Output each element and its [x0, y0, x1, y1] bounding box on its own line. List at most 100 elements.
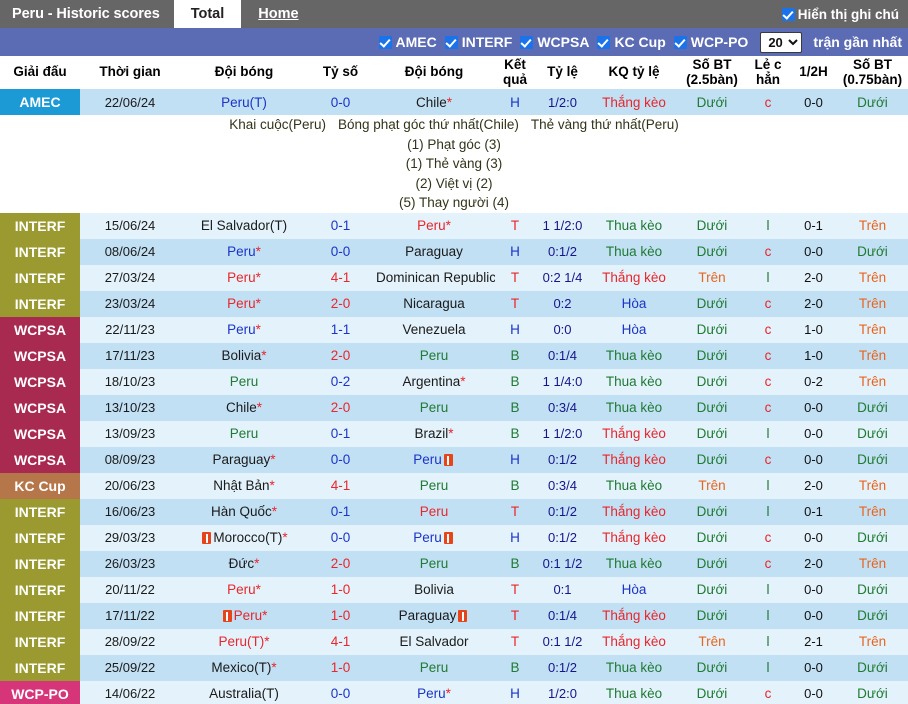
- table-row[interactable]: WCPSA 08/09/23 Paraguay* 0-0 Peru H 0:1/2 Thắng…: [0, 446, 908, 473]
- table-row[interactable]: WCP-PO 14/06/22 Australia(T) 0-0 Peru* H 1/2:0…: [0, 680, 908, 704]
- home-team-cell[interactable]: Peru*: [180, 238, 308, 265]
- away-team-cell[interactable]: Argentina*: [373, 368, 495, 395]
- away-team-cell[interactable]: Peru*: [373, 680, 495, 704]
- away-team-cell[interactable]: Bolivia: [373, 576, 495, 603]
- league-badge[interactable]: WCPSA: [0, 394, 80, 421]
- league-filter-amec[interactable]: AMEC: [378, 34, 437, 50]
- table-row[interactable]: INTERF 26/03/23 Đức* 2-0 Peru B 0:1 1/2 Thua kè…: [0, 550, 908, 577]
- home-team-cell[interactable]: El Salvador(T): [180, 212, 308, 239]
- checkbox-icon[interactable]: [597, 35, 611, 49]
- league-badge[interactable]: INTERF: [0, 550, 80, 577]
- away-team-cell[interactable]: Venezuela: [373, 316, 495, 343]
- league-badge[interactable]: AMEC: [0, 89, 80, 115]
- away-team-cell[interactable]: Peru: [373, 394, 495, 421]
- away-team-cell[interactable]: Peru: [373, 550, 495, 577]
- league-badge[interactable]: INTERF: [0, 654, 80, 681]
- table-row[interactable]: INTERF 28/09/22 Peru(T)* 4-1 El Salvador T 0:1…: [0, 628, 908, 655]
- away-team-cell[interactable]: Brazil*: [373, 420, 495, 447]
- league-badge[interactable]: INTERF: [0, 290, 80, 317]
- away-team-cell[interactable]: Peru: [373, 498, 495, 525]
- home-team-cell[interactable]: Hàn Quốc*: [180, 498, 308, 525]
- league-badge[interactable]: WCPSA: [0, 368, 80, 395]
- checkbox-icon[interactable]: [781, 7, 795, 21]
- table-row[interactable]: WCPSA 18/10/23 Peru 0-2 Argentina* B 1 1/4:0 Th…: [0, 368, 908, 395]
- home-team-cell[interactable]: Peru*: [180, 602, 308, 629]
- table-row[interactable]: WCPSA 22/11/23 Peru* 1-1 Venezuela H 0:0 Hòa Dướ…: [0, 316, 908, 343]
- col-half-time[interactable]: 1/2H: [790, 56, 837, 89]
- league-badge[interactable]: WCPSA: [0, 446, 80, 473]
- league-filter-wcp-po[interactable]: WCP-PO: [673, 34, 748, 50]
- col-odds[interactable]: Tỷ lệ: [535, 56, 590, 89]
- home-team-cell[interactable]: Morocco(T)*: [180, 524, 308, 551]
- checkbox-icon[interactable]: [520, 35, 534, 49]
- table-row[interactable]: INTERF 17/11/22 Peru* 1-0 Paraguay T 0:1/4 Thắn…: [0, 602, 908, 629]
- away-team-cell[interactable]: Peru: [373, 342, 495, 369]
- col-odd-even[interactable]: Lẻ c hẳn: [746, 56, 790, 89]
- league-badge[interactable]: INTERF: [0, 524, 80, 551]
- col-score[interactable]: Tỷ số: [308, 56, 373, 89]
- league-badge[interactable]: WCP-PO: [0, 680, 80, 704]
- league-badge[interactable]: INTERF: [0, 602, 80, 629]
- match-count-select[interactable]: 10203050: [760, 31, 803, 53]
- away-team-cell[interactable]: Chile*: [373, 89, 495, 115]
- away-team-cell[interactable]: Paraguay: [373, 602, 495, 629]
- home-team-cell[interactable]: Paraguay*: [180, 446, 308, 473]
- away-team-cell[interactable]: El Salvador: [373, 628, 495, 655]
- away-team-cell[interactable]: Peru: [373, 524, 495, 551]
- table-row[interactable]: INTERF 25/09/22 Mexico(T)* 1-0 Peru B 0:1/2 Thu…: [0, 654, 908, 681]
- show-notes-toggle[interactable]: Hiển thị ghi chú: [781, 0, 908, 28]
- table-row[interactable]: WCPSA 13/09/23 Peru 0-1 Brazil* B 1 1/2:0 Thắng…: [0, 420, 908, 447]
- home-team-cell[interactable]: Peru*: [180, 316, 308, 343]
- away-team-cell[interactable]: Peru*: [373, 212, 495, 239]
- league-badge[interactable]: WCPSA: [0, 342, 80, 369]
- table-row[interactable]: KC Cup 20/06/23 Nhật Bản* 4-1 Peru B 0:3/4 Thua…: [0, 472, 908, 499]
- away-team-cell[interactable]: Peru: [373, 446, 495, 473]
- away-team-cell[interactable]: Peru: [373, 654, 495, 681]
- table-row[interactable]: INTERF 16/06/23 Hàn Quốc* 0-1 Peru T 0:1/2 Thắn…: [0, 498, 908, 525]
- col-result[interactable]: Kết quả: [495, 56, 535, 89]
- tab-total[interactable]: Total: [173, 0, 242, 28]
- col-ou-075[interactable]: Số BT (0.75bàn): [837, 56, 908, 89]
- away-team-cell[interactable]: Peru: [373, 472, 495, 499]
- away-team-cell[interactable]: Nicaragua: [373, 290, 495, 317]
- league-badge[interactable]: WCPSA: [0, 316, 80, 343]
- table-row[interactable]: INTERF 27/03/24 Peru* 4-1 Dominican Republic…: [0, 264, 908, 291]
- league-badge[interactable]: INTERF: [0, 264, 80, 291]
- home-team-cell[interactable]: Peru*: [180, 264, 308, 291]
- home-team-cell[interactable]: Peru(T): [180, 89, 308, 115]
- home-team-cell[interactable]: Mexico(T)*: [180, 654, 308, 681]
- col-home-team[interactable]: Đội bóng: [180, 56, 308, 89]
- league-badge[interactable]: INTERF: [0, 628, 80, 655]
- league-filter-interf[interactable]: INTERF: [444, 34, 512, 50]
- home-team-cell[interactable]: Nhật Bản*: [180, 472, 308, 499]
- home-team-cell[interactable]: Peru*: [180, 576, 308, 603]
- league-badge[interactable]: WCPSA: [0, 420, 80, 447]
- league-badge[interactable]: KC Cup: [0, 472, 80, 499]
- col-time[interactable]: Thời gian: [80, 56, 180, 89]
- league-badge[interactable]: INTERF: [0, 238, 80, 265]
- col-away-team[interactable]: Đội bóng: [373, 56, 495, 89]
- home-team-cell[interactable]: Peru: [180, 368, 308, 395]
- league-filter-wcpsa[interactable]: WCPSA: [520, 34, 589, 50]
- league-filter-kc-cup[interactable]: KC Cup: [597, 34, 666, 50]
- table-row[interactable]: AMEC 22/06/24 Peru(T) 0-0 Chile* H 1/2:0 Thắng …: [0, 89, 908, 115]
- away-team-cell[interactable]: Paraguay: [373, 238, 495, 265]
- home-team-cell[interactable]: Đức*: [180, 550, 308, 577]
- table-row[interactable]: WCPSA 17/11/23 Bolivia* 2-0 Peru B 0:1/4 Thua k…: [0, 342, 908, 369]
- away-team-cell[interactable]: Dominican Republic: [373, 264, 495, 291]
- home-team-cell[interactable]: Chile*: [180, 394, 308, 421]
- tab-home[interactable]: Home: [241, 0, 315, 28]
- table-row[interactable]: WCPSA 13/10/23 Chile* 2-0 Peru B 0:3/4 Thua kèo…: [0, 394, 908, 421]
- checkbox-icon[interactable]: [444, 35, 458, 49]
- table-row[interactable]: INTERF 08/06/24 Peru* 0-0 Paraguay H 0:1/2 Thua…: [0, 238, 908, 265]
- checkbox-icon[interactable]: [378, 35, 392, 49]
- league-badge[interactable]: INTERF: [0, 212, 80, 239]
- table-row[interactable]: INTERF 20/11/22 Peru* 1-0 Bolivia T 0:1 Hòa Dưới…: [0, 576, 908, 603]
- home-team-cell[interactable]: Peru*: [180, 290, 308, 317]
- col-odds-result[interactable]: KQ tỷ lệ: [590, 56, 678, 89]
- table-row[interactable]: INTERF 23/03/24 Peru* 2-0 Nicaragua T 0:2 Hòa Dư…: [0, 290, 908, 317]
- league-badge[interactable]: INTERF: [0, 498, 80, 525]
- home-team-cell[interactable]: Peru: [180, 420, 308, 447]
- col-ou-25[interactable]: Số BT (2.5bàn): [678, 56, 746, 89]
- col-league[interactable]: Giải đấu: [0, 56, 80, 89]
